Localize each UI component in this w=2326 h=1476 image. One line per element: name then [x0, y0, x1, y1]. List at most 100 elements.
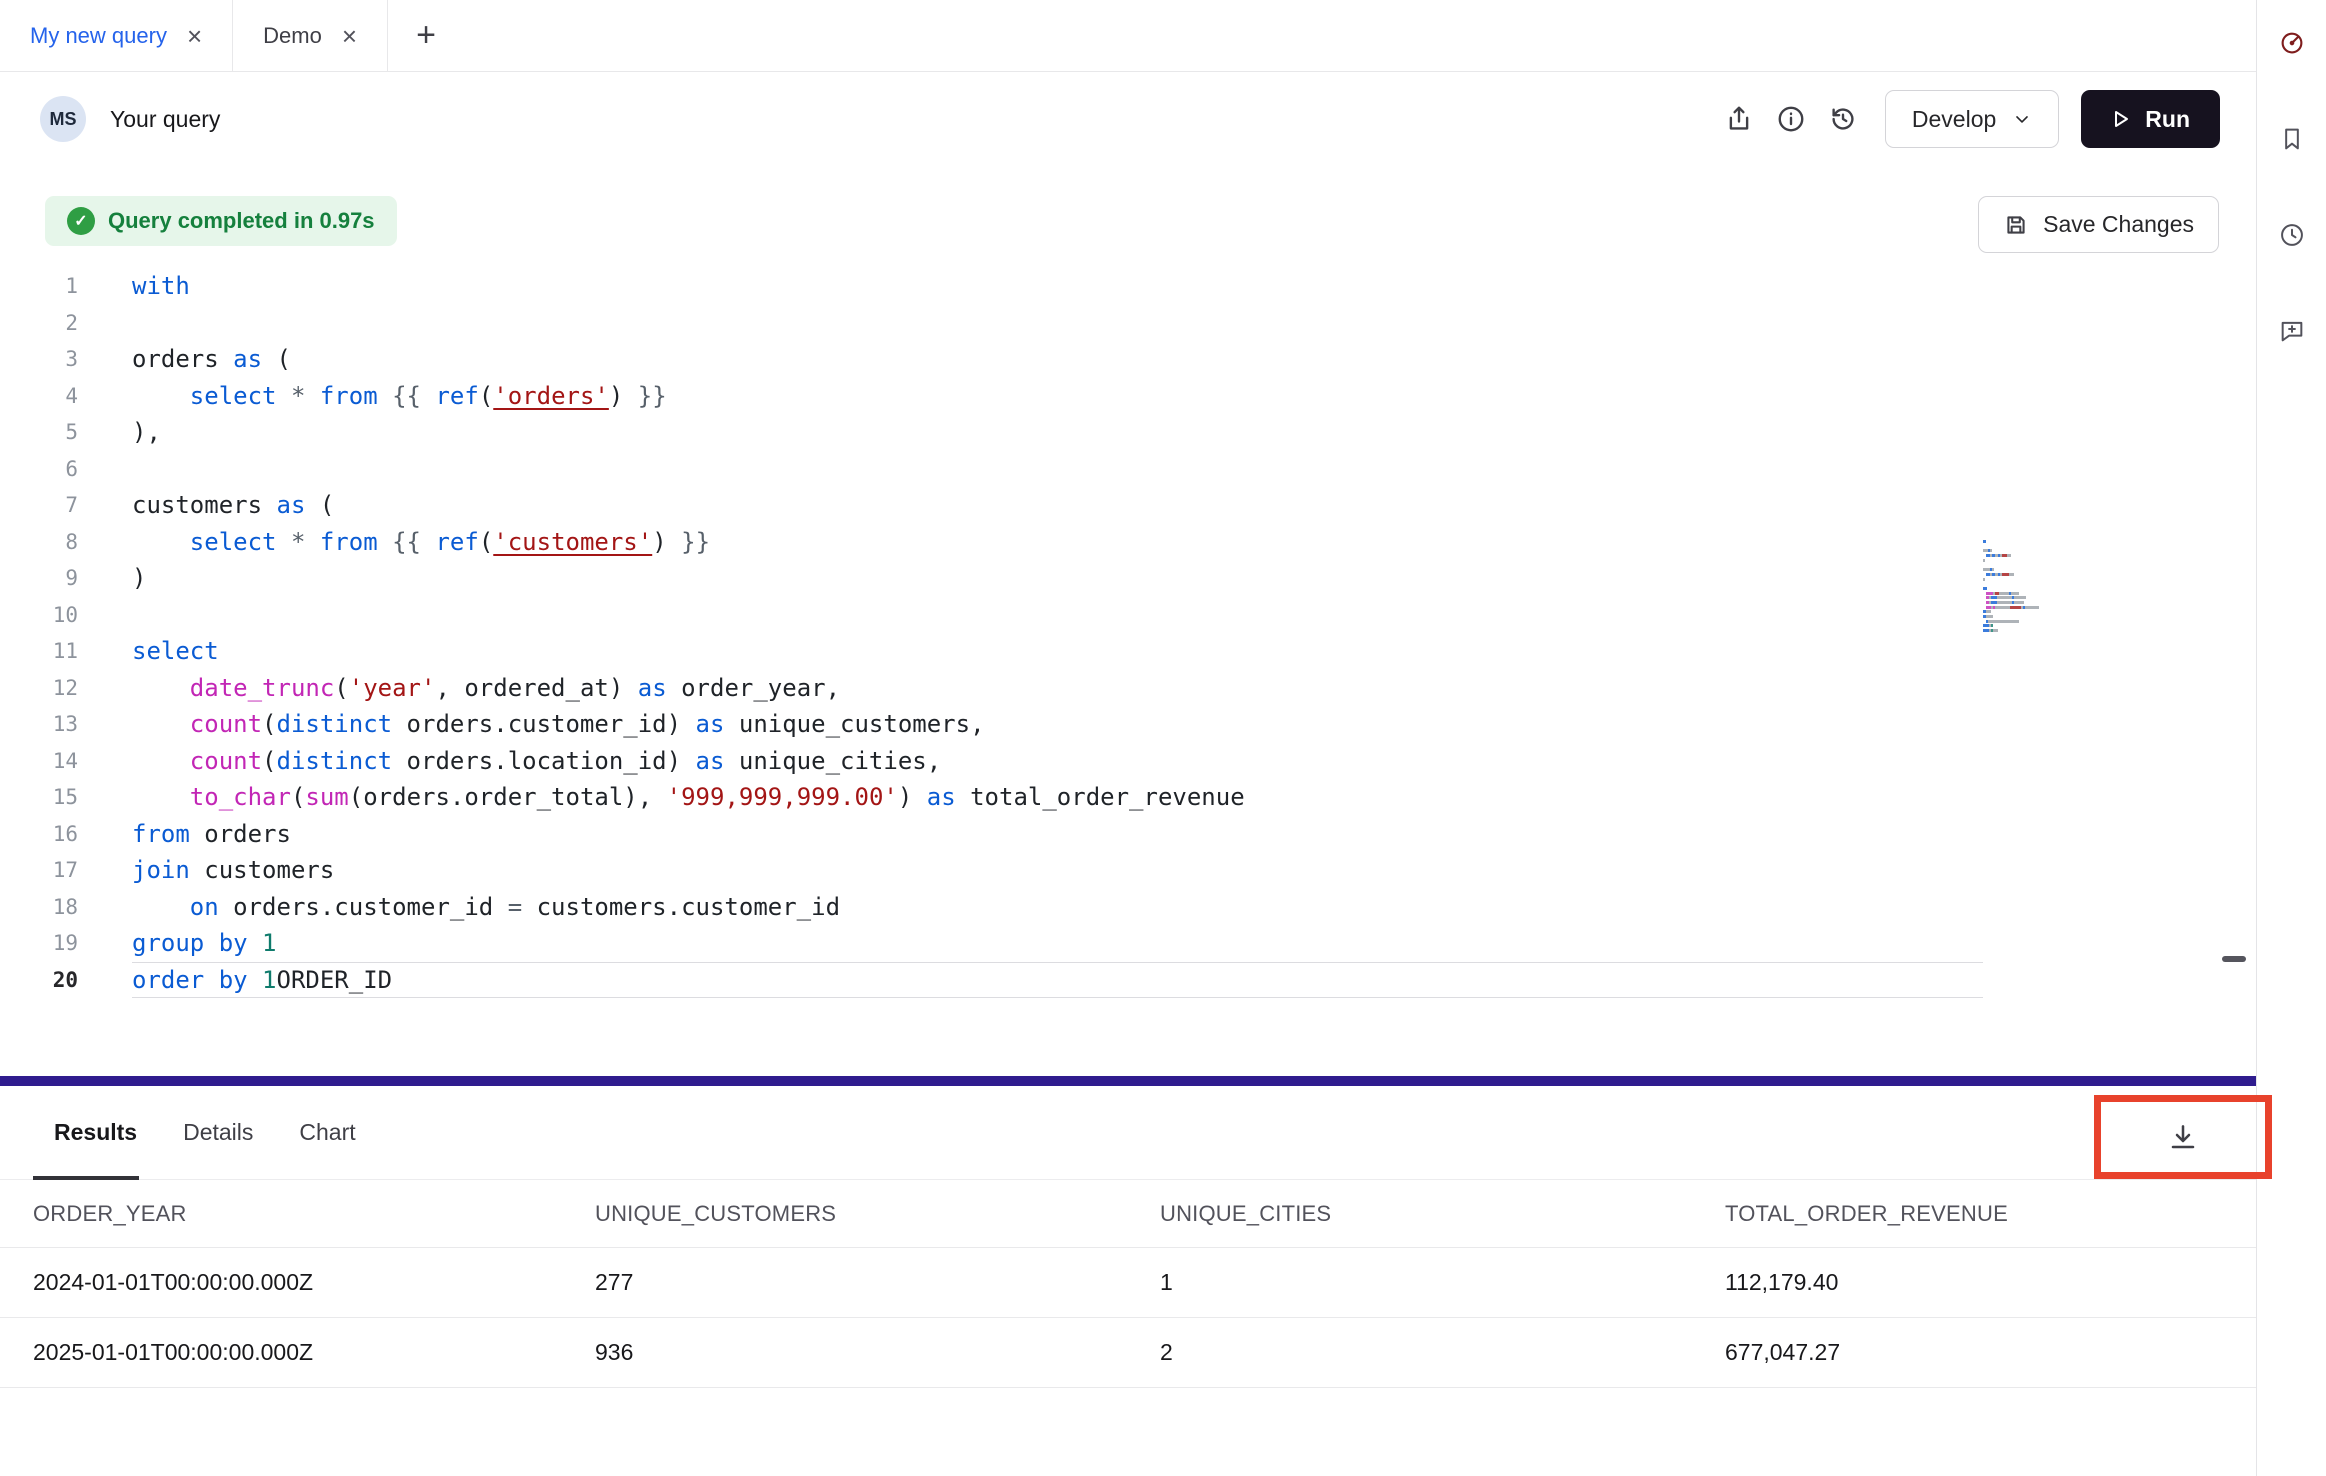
code-line[interactable]: 3orders as (	[0, 341, 2256, 378]
minimap-line	[1983, 601, 2093, 604]
code-line[interactable]: 2	[0, 305, 2256, 342]
code-line[interactable]: 13 count(distinct orders.customer_id) as…	[0, 706, 2256, 743]
code-text: group by 1	[132, 925, 277, 962]
assistant-button[interactable]	[2275, 26, 2309, 60]
column-header: ORDER_YEAR	[33, 1201, 595, 1227]
info-button[interactable]	[1765, 93, 1817, 145]
code-line[interactable]: 4 select * from {{ ref('orders') }}	[0, 378, 2256, 415]
avatar: MS	[40, 96, 86, 142]
code-line[interactable]: 20order by 1ORDER_ID	[0, 962, 2256, 999]
share-button[interactable]	[1713, 93, 1765, 145]
tab-my-new-query[interactable]: My new query ×	[0, 0, 233, 71]
code-line[interactable]: 7 customers as (	[0, 487, 2256, 524]
play-icon	[2111, 109, 2131, 129]
develop-label: Develop	[1912, 106, 1996, 133]
line-number: 8	[0, 524, 78, 561]
minimap-line	[1983, 624, 2093, 627]
minimap[interactable]	[1983, 540, 2093, 634]
code-line[interactable]: 15 to_char(sum(orders.order_total), '999…	[0, 779, 2256, 816]
panel-splitter[interactable]	[0, 1076, 2256, 1086]
close-tab-icon[interactable]: ×	[342, 23, 357, 49]
minimap-line	[1983, 545, 2093, 548]
minimap-line	[1983, 615, 2093, 618]
run-button[interactable]: Run	[2081, 90, 2220, 148]
code-line[interactable]: 18 on orders.customer_id = customers.cus…	[0, 889, 2256, 926]
code-token: orders.location_id)	[392, 747, 695, 775]
code-token: unique_cities,	[724, 747, 941, 775]
line-number: 20	[0, 962, 78, 999]
minimap-line	[1983, 573, 2093, 576]
status-message: Query completed in 0.97s	[108, 208, 375, 234]
new-tab-button[interactable]: +	[388, 0, 464, 71]
code-token: (	[262, 747, 276, 775]
download-results-button[interactable]	[2157, 1111, 2209, 1163]
code-line[interactable]: 8 select * from {{ ref('customers') }}	[0, 524, 2256, 561]
code-token: group by	[132, 929, 248, 957]
code-token: (	[262, 345, 291, 373]
code-token	[248, 929, 262, 957]
save-changes-button[interactable]: Save Changes	[1978, 196, 2219, 253]
code-token: }}	[623, 382, 666, 410]
table-cell: 112,179.40	[1725, 1269, 2256, 1296]
code-text: count(distinct orders.location_id) as un…	[132, 743, 941, 780]
results-table: ORDER_YEARUNIQUE_CUSTOMERSUNIQUE_CITIEST…	[0, 1180, 2256, 1388]
annotation-highlight	[2094, 1095, 2272, 1179]
tab-chart[interactable]: Chart	[299, 1086, 355, 1179]
minimap-line	[1983, 582, 2093, 585]
tab-demo[interactable]: Demo ×	[233, 0, 388, 71]
code-token: orders.customer_id	[219, 893, 508, 921]
code-token: (	[291, 783, 305, 811]
code-line[interactable]: 17join customers	[0, 852, 2256, 889]
code-line[interactable]: 6	[0, 451, 2256, 488]
clock-icon	[2278, 221, 2306, 249]
minimap-line	[1983, 610, 2093, 613]
history-button[interactable]	[1817, 93, 1869, 145]
line-number: 12	[0, 670, 78, 707]
code-token	[132, 783, 190, 811]
code-line[interactable]: 14 count(distinct orders.location_id) as…	[0, 743, 2256, 780]
table-row[interactable]: 2025-01-01T00:00:00.000Z9362677,047.27	[0, 1318, 2256, 1388]
table-cell: 1	[1160, 1269, 1725, 1296]
code-token: (orders.order_total),	[349, 783, 667, 811]
bookmark-button[interactable]	[2275, 122, 2309, 156]
tab-details[interactable]: Details	[183, 1086, 253, 1179]
code-line[interactable]: 5),	[0, 414, 2256, 451]
tab-label: Demo	[263, 23, 322, 49]
code-text: select * from {{ ref('customers') }}	[132, 524, 710, 561]
table-cell: 2	[1160, 1339, 1725, 1366]
tab-bar: My new query × Demo × +	[0, 0, 2256, 72]
feedback-button[interactable]	[2275, 314, 2309, 348]
line-number: 19	[0, 925, 78, 962]
code-token: 'customers'	[493, 528, 652, 556]
code-token: on	[190, 893, 219, 921]
code-token: as	[233, 345, 262, 373]
code-line[interactable]: 12 date_trunc('year', ordered_at) as ord…	[0, 670, 2256, 707]
plus-icon: +	[416, 16, 436, 55]
code-line[interactable]: 11select	[0, 633, 2256, 670]
code-line[interactable]: 9)	[0, 560, 2256, 597]
code-text: customers as (	[132, 487, 334, 524]
code-token: distinct	[277, 710, 393, 738]
minimap-line	[1983, 540, 2093, 543]
table-cell: 936	[595, 1339, 1160, 1366]
develop-dropdown[interactable]: Develop	[1885, 90, 2059, 148]
code-line[interactable]: 1with	[0, 268, 2256, 305]
code-token: order_year,	[667, 674, 840, 702]
code-token: 'orders'	[493, 382, 609, 410]
info-icon	[1776, 104, 1806, 134]
tab-results[interactable]: Results	[54, 1086, 137, 1179]
table-row[interactable]: 2024-01-01T00:00:00.000Z2771112,179.40	[0, 1248, 2256, 1318]
code-line[interactable]: 19 group by 1	[0, 925, 2256, 962]
code-editor[interactable]: 1with23orders as (4 select * from {{ ref…	[0, 268, 2256, 1076]
line-number: 7	[0, 487, 78, 524]
version-history-button[interactable]	[2275, 218, 2309, 252]
column-header: UNIQUE_CUSTOMERS	[595, 1201, 1160, 1227]
minimap-line	[1983, 629, 2093, 632]
code-line[interactable]: 10	[0, 597, 2256, 634]
main-panel: My new query × Demo × + MS Your query	[0, 0, 2256, 1476]
code-token: total_order_revenue	[956, 783, 1245, 811]
table-cell: 2025-01-01T00:00:00.000Z	[33, 1339, 595, 1366]
scrollbar-thumb[interactable]	[2222, 956, 2246, 962]
close-tab-icon[interactable]: ×	[187, 23, 202, 49]
code-line[interactable]: 16from orders	[0, 816, 2256, 853]
